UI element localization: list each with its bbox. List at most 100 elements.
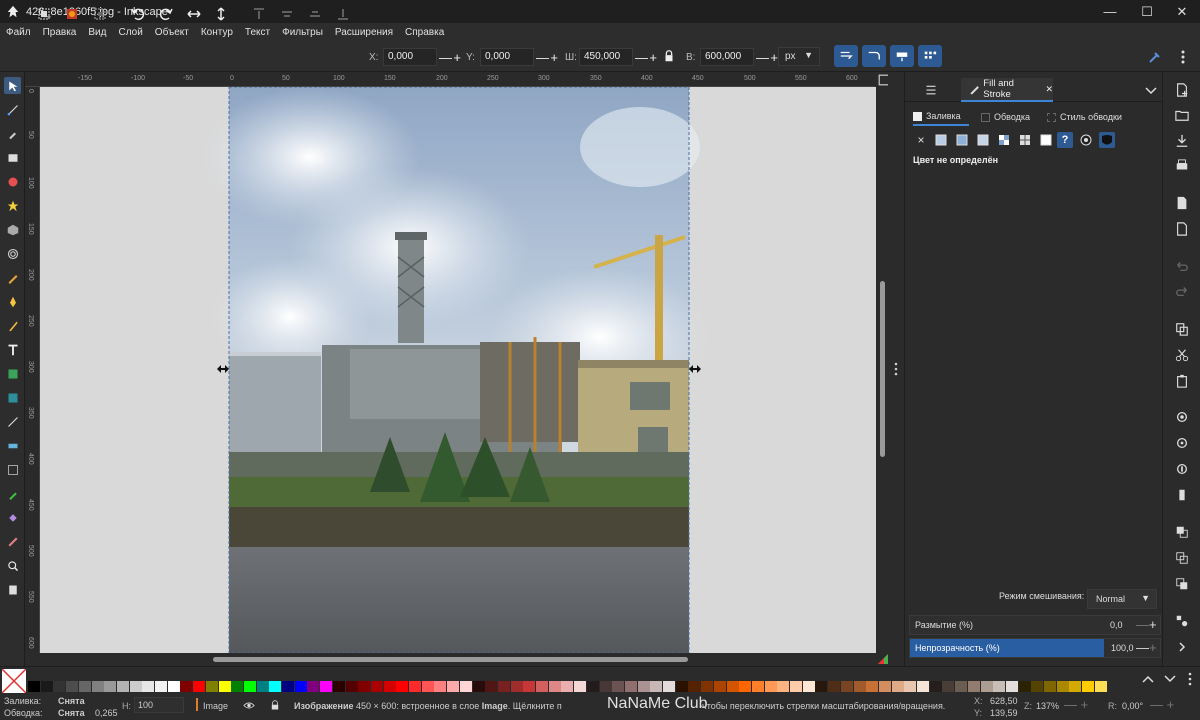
width-increment-button[interactable]: + [649, 50, 657, 65]
blend-mode-select[interactable]: Normal ▼ [1087, 589, 1157, 609]
y-input[interactable]: 0,000 [480, 48, 534, 66]
vertical-scroll-thumb[interactable] [880, 281, 885, 457]
y-increment-button[interactable]: + [550, 50, 558, 65]
drawing-canvas[interactable] [40, 87, 876, 653]
palette-swatch[interactable] [485, 681, 498, 692]
flip-vertical-icon[interactable] [211, 4, 231, 24]
palette-swatch[interactable] [472, 681, 485, 692]
palette-swatch[interactable] [510, 681, 523, 692]
palette-swatch[interactable] [967, 681, 980, 692]
move-patterns-toggle[interactable] [918, 45, 942, 67]
palette-swatch[interactable] [536, 681, 548, 692]
palette-swatch[interactable] [777, 681, 790, 692]
palette-swatch[interactable] [421, 681, 434, 692]
menu-view[interactable]: Вид [82, 27, 112, 38]
palette-swatch[interactable] [1044, 681, 1056, 692]
palette-swatch[interactable] [256, 681, 269, 692]
spray-tool-icon[interactable] [4, 365, 21, 382]
palette-swatch[interactable] [713, 681, 726, 692]
palette-swatch[interactable] [802, 681, 815, 692]
x-increment-button[interactable]: + [453, 50, 461, 65]
palette-swatch[interactable] [790, 681, 802, 692]
measure-tool-icon[interactable] [4, 533, 21, 550]
palette-swatch[interactable] [243, 681, 256, 692]
palette-swatch[interactable] [955, 681, 968, 692]
blur-slider[interactable]: Размытие (%) 0,0 — + [909, 615, 1161, 635]
calligraphy-tool-icon[interactable] [4, 317, 21, 334]
zoom-stepper[interactable]: — + [1064, 697, 1102, 712]
blur-increment-button[interactable]: + [1149, 617, 1157, 632]
palette-swatch[interactable] [28, 681, 40, 692]
copy-icon[interactable] [1174, 321, 1190, 337]
scale-handle-right-icon[interactable] [688, 364, 702, 374]
select-all-layers-icon[interactable] [62, 4, 82, 24]
tab-fill[interactable]: Заливка [913, 108, 969, 126]
width-input[interactable]: 450,000 [579, 48, 633, 66]
eraser-tool-icon[interactable] [4, 389, 21, 406]
zoom-drawing-icon[interactable] [1174, 435, 1190, 451]
radial-gradient-button[interactable] [975, 132, 991, 148]
height-decrement-button[interactable]: — [756, 50, 769, 65]
palette-menu-icon[interactable] [1185, 672, 1195, 686]
export-icon[interactable] [1174, 221, 1190, 237]
linear-gradient-button[interactable] [954, 132, 970, 148]
palette-swatch[interactable] [815, 681, 828, 692]
rotate-ccw-icon[interactable] [128, 4, 148, 24]
rotation-value[interactable]: 0,00° [1122, 701, 1143, 711]
palette-swatch[interactable] [497, 681, 510, 692]
palette-swatch[interactable] [345, 681, 358, 692]
zoom-decrement-button[interactable]: — [1064, 697, 1077, 712]
palette-swatch[interactable] [231, 681, 244, 692]
dropper-tool-icon[interactable] [4, 485, 21, 502]
redo-icon[interactable] [1174, 283, 1190, 299]
chevron-down-icon[interactable] [1164, 674, 1176, 684]
palette-swatch[interactable] [650, 681, 663, 692]
menu-text[interactable]: Текст [239, 27, 276, 38]
palette-swatch[interactable] [370, 681, 383, 692]
undo-icon[interactable] [1174, 258, 1190, 274]
no-paint-button[interactable]: × [913, 132, 929, 148]
palette-swatch[interactable] [307, 681, 320, 692]
y-decrement-button[interactable]: — [536, 50, 549, 65]
palette-swatch[interactable] [637, 681, 650, 692]
ellipse-tool-icon[interactable] [4, 173, 21, 190]
zoom-width-icon[interactable] [1174, 487, 1190, 503]
chevron-up-icon[interactable] [1142, 674, 1154, 684]
unset-paint-button[interactable]: ? [1057, 132, 1073, 148]
palette-swatch[interactable] [53, 681, 66, 692]
expand-right-icon[interactable] [1174, 639, 1190, 655]
paint-bucket-tool-icon[interactable] [4, 509, 21, 526]
group-icon[interactable] [1174, 613, 1190, 629]
palette-swatch[interactable] [142, 681, 155, 692]
height-increment-button[interactable]: + [770, 50, 778, 65]
open-file-icon[interactable] [1174, 107, 1190, 123]
vertical-scrollbar[interactable] [876, 87, 888, 653]
palette-swatch[interactable] [358, 681, 371, 692]
rotation-decrement-button[interactable]: — [1150, 697, 1163, 712]
scale-handle-left-icon[interactable] [216, 364, 230, 374]
eye-visibility-icon[interactable] [243, 701, 255, 710]
cut-icon[interactable] [1174, 347, 1190, 363]
rotation-stepper[interactable]: — + [1150, 697, 1188, 712]
palette-swatch[interactable] [586, 681, 599, 692]
palette-swatch[interactable] [447, 681, 460, 692]
zoom-increment-button[interactable]: + [1081, 697, 1089, 712]
palette-swatch[interactable] [993, 681, 1006, 692]
gradient-tool-icon[interactable] [4, 437, 21, 454]
pencil-tool-icon[interactable] [4, 269, 21, 286]
palette-swatch[interactable] [129, 681, 142, 692]
palette-swatch[interactable] [434, 681, 447, 692]
palette-swatch[interactable] [218, 681, 231, 692]
print-icon[interactable] [1174, 158, 1190, 174]
fill-rule-evenodd-button[interactable] [1078, 132, 1094, 148]
palette-swatch[interactable] [878, 681, 891, 692]
fill-indicator-value[interactable]: Снята [58, 696, 85, 706]
tab-stroke-paint[interactable]: Обводка [981, 108, 1030, 126]
zoom-value[interactable]: 137% [1036, 701, 1059, 711]
menu-layer[interactable]: Слой [112, 27, 148, 38]
palette-swatch[interactable] [866, 681, 879, 692]
duplicate-icon[interactable] [1174, 524, 1190, 540]
horizontal-scroll-thumb[interactable] [213, 657, 688, 662]
dock-menu-icon[interactable] [925, 84, 937, 96]
palette-swatch[interactable] [294, 681, 307, 692]
